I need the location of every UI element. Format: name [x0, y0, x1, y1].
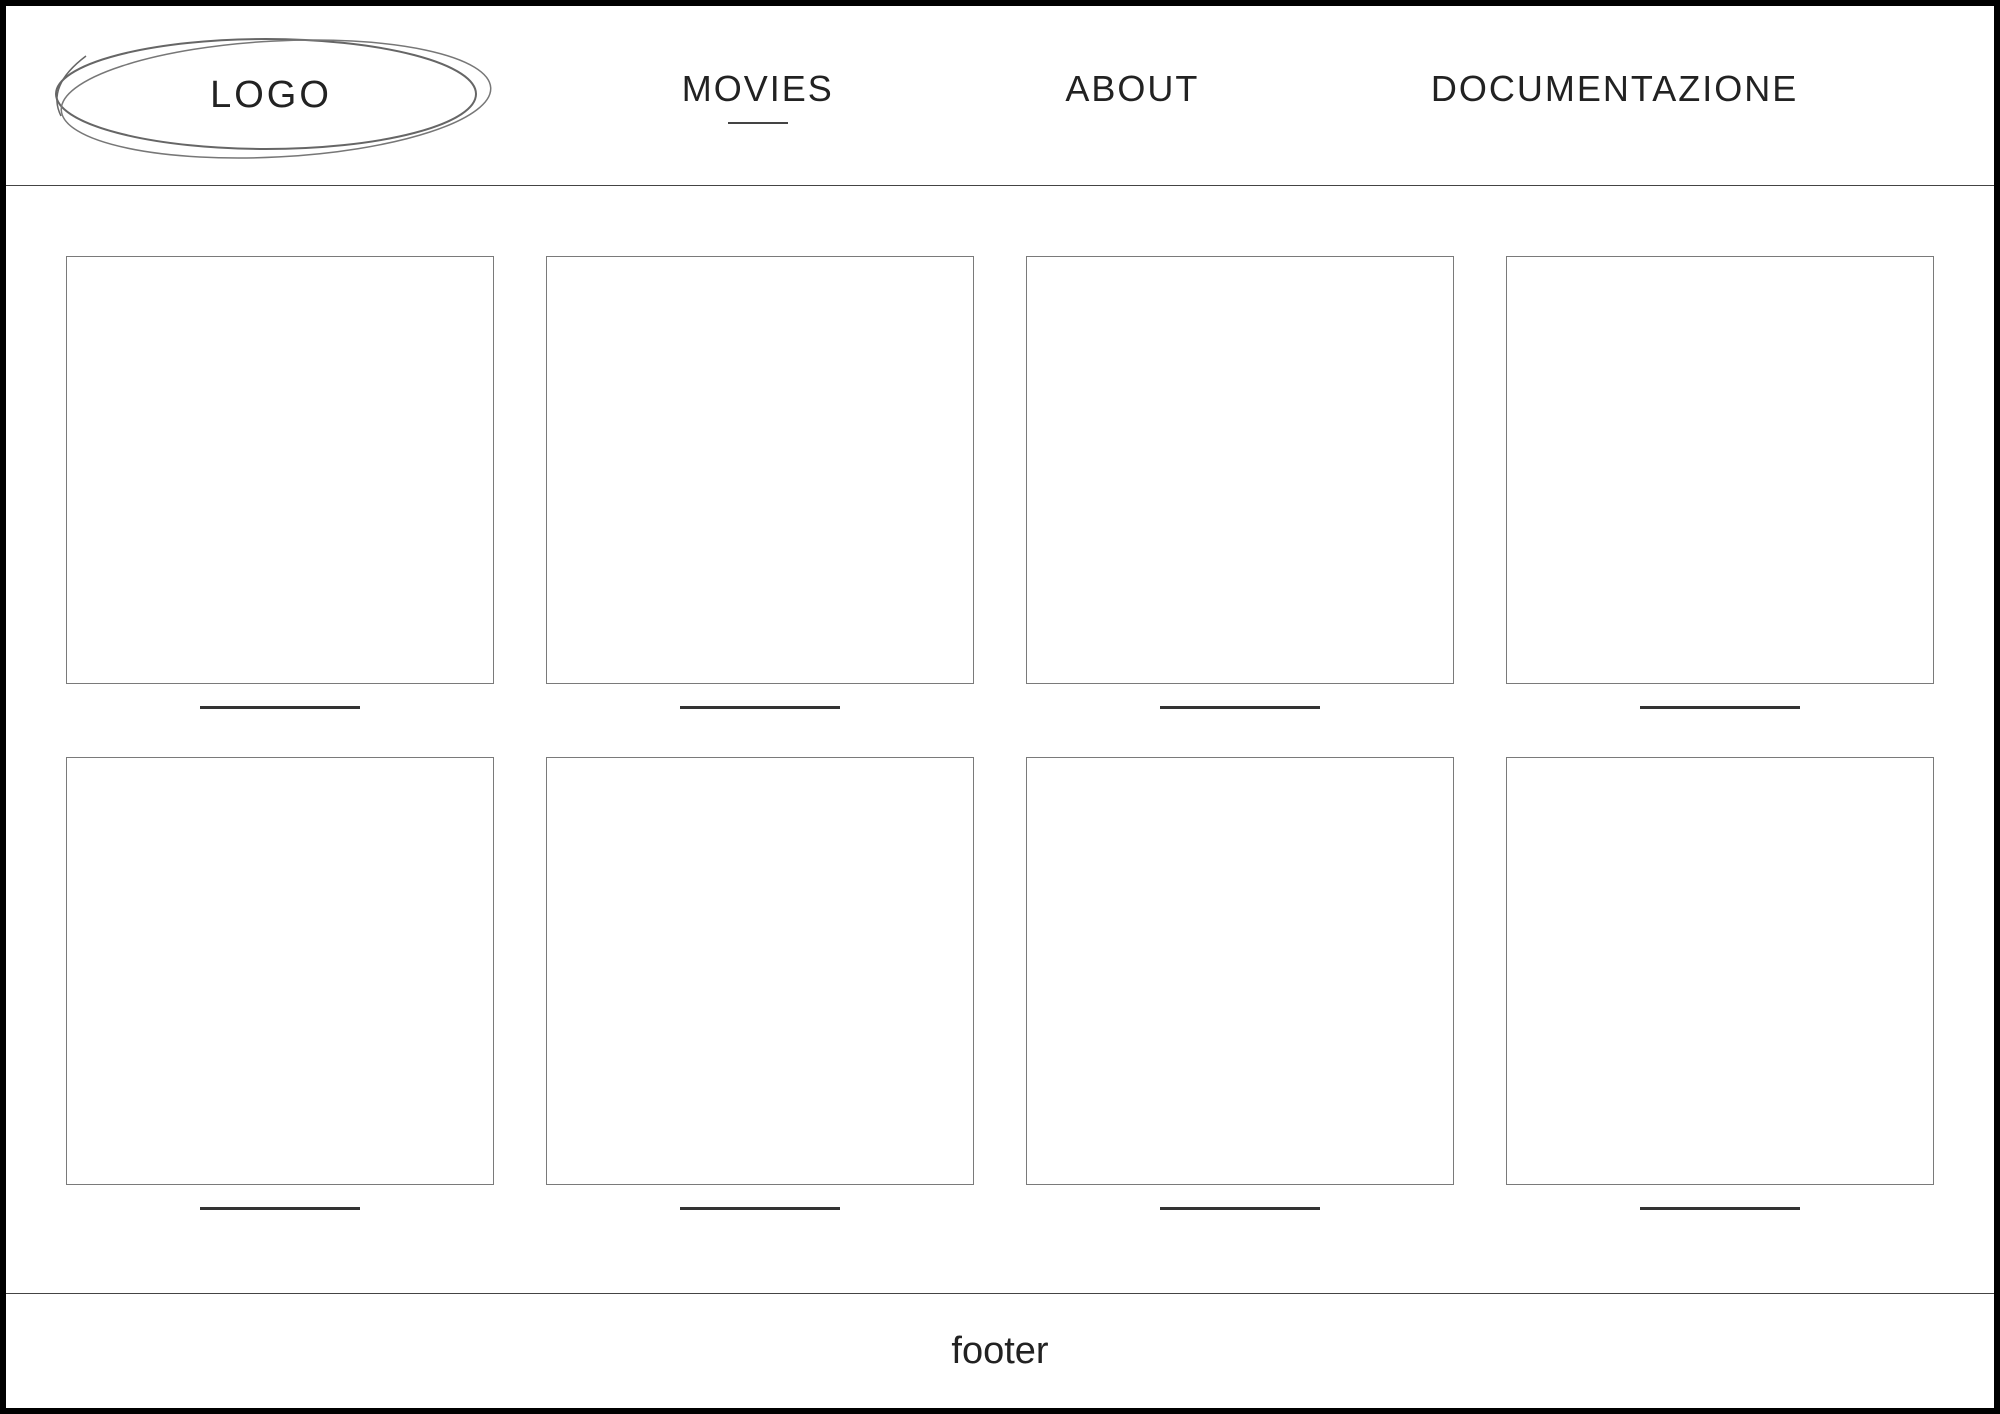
- nav-label: MOVIES: [682, 68, 834, 110]
- movie-title-placeholder: [200, 1207, 360, 1210]
- movie-thumbnail: [66, 256, 494, 684]
- movie-title-placeholder: [680, 706, 840, 709]
- nav-label: ABOUT: [1065, 68, 1199, 110]
- movie-card[interactable]: [1026, 757, 1454, 1210]
- movie-card[interactable]: [1506, 256, 1934, 709]
- nav-item-documentazione[interactable]: DOCUMENTAZIONE: [1431, 68, 1798, 124]
- movie-title-placeholder: [1640, 1207, 1800, 1210]
- movie-card[interactable]: [546, 256, 974, 709]
- movie-title-placeholder: [1160, 706, 1320, 709]
- movie-card[interactable]: [66, 757, 494, 1210]
- movie-title-placeholder: [200, 706, 360, 709]
- movie-thumbnail: [1506, 757, 1934, 1185]
- footer-text: footer: [951, 1330, 1048, 1373]
- movie-thumbnail: [1026, 256, 1454, 684]
- logo-text: LOGO: [210, 74, 332, 117]
- movie-card[interactable]: [66, 256, 494, 709]
- movie-title-placeholder: [1640, 706, 1800, 709]
- nav-label: DOCUMENTAZIONE: [1431, 68, 1798, 110]
- movie-thumbnail: [546, 256, 974, 684]
- nav-item-about[interactable]: ABOUT: [1065, 68, 1199, 124]
- card-grid: [66, 256, 1934, 1210]
- movie-thumbnail: [66, 757, 494, 1185]
- main-content: [6, 186, 1994, 1293]
- page-frame: LOGO MOVIES ABOUT DOCUMENTAZIONE: [0, 0, 2000, 1414]
- movie-thumbnail: [546, 757, 974, 1185]
- footer: footer: [6, 1293, 1994, 1408]
- movie-thumbnail: [1026, 757, 1454, 1185]
- header: LOGO MOVIES ABOUT DOCUMENTAZIONE: [6, 6, 1994, 186]
- nav: MOVIES ABOUT DOCUMENTAZIONE: [506, 68, 1974, 124]
- logo[interactable]: LOGO: [36, 16, 506, 176]
- movie-thumbnail: [1506, 256, 1934, 684]
- movie-title-placeholder: [680, 1207, 840, 1210]
- movie-card[interactable]: [1506, 757, 1934, 1210]
- nav-active-underline: [728, 122, 788, 124]
- movie-card[interactable]: [546, 757, 974, 1210]
- movie-card[interactable]: [1026, 256, 1454, 709]
- movie-title-placeholder: [1160, 1207, 1320, 1210]
- nav-item-movies[interactable]: MOVIES: [682, 68, 834, 124]
